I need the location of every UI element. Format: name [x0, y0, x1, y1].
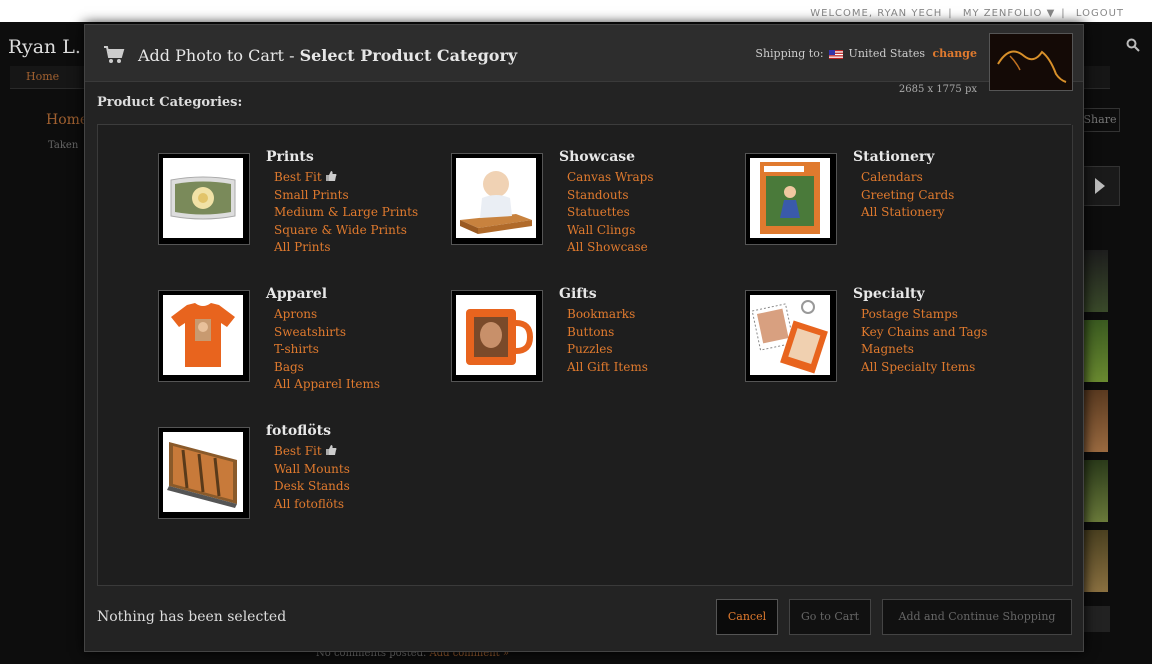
category-link[interactable]: All Prints [274, 239, 418, 257]
category-links: Calendars Greeting Cards All Stationery [861, 169, 954, 222]
category-link[interactable]: Medium & Large Prints [274, 204, 418, 222]
category-link[interactable]: Bags [274, 359, 380, 377]
next-arrow-button[interactable] [1082, 166, 1120, 206]
category-image-specialty[interactable] [745, 290, 837, 382]
category-title[interactable]: fotoflöts [266, 423, 331, 439]
category-link[interactable]: All Gift Items [567, 359, 648, 377]
bg-thumbnail[interactable] [1082, 390, 1108, 452]
gifts-thumbnail [456, 295, 536, 375]
bg-thumbnail[interactable] [1082, 530, 1108, 592]
category-links: Postage Stamps Key Chains and Tags Magne… [861, 306, 987, 376]
category-link[interactable]: Small Prints [274, 187, 418, 205]
category-image-fotoflots[interactable] [158, 427, 250, 519]
category-title[interactable]: Specialty [853, 286, 925, 302]
change-country-link[interactable]: change [932, 47, 977, 60]
apparel-thumbnail [163, 295, 243, 375]
category-image-prints[interactable] [158, 153, 250, 245]
category-image-showcase[interactable] [451, 153, 543, 245]
category-link[interactable]: Buttons [567, 324, 648, 342]
category-image-gifts[interactable] [451, 290, 543, 382]
category-link[interactable]: Postage Stamps [861, 306, 987, 324]
us-flag-icon [829, 49, 844, 59]
category-link[interactable]: Canvas Wraps [567, 169, 654, 187]
category-links: Best Fit Wall Mounts Desk Stands All fot… [274, 443, 350, 513]
thumbs-up-icon [325, 171, 337, 181]
my-zenfolio-menu[interactable]: MY ZENFOLIO ▼ [963, 8, 1055, 19]
bg-thumbnail-strip [1082, 250, 1108, 600]
category-title[interactable]: Gifts [559, 286, 597, 302]
category-link[interactable]: Standouts [567, 187, 654, 205]
best-fit-link[interactable]: Best Fit [274, 443, 350, 461]
prints-thumbnail [163, 158, 243, 238]
category-link[interactable]: All Showcase [567, 239, 654, 257]
nav-home-link[interactable]: Home [26, 70, 59, 83]
share-button[interactable]: Share [1080, 108, 1120, 132]
bg-thumbnail[interactable] [1082, 250, 1108, 312]
category-link[interactable]: All Specialty Items [861, 359, 987, 377]
search-icon[interactable] [1126, 38, 1140, 52]
logout-link[interactable]: LOGOUT [1076, 8, 1124, 19]
taken-label: Taken [48, 140, 79, 151]
category-image-apparel[interactable] [158, 290, 250, 382]
category-link[interactable]: All fotoflöts [274, 496, 350, 514]
shipping-label: Shipping to: [755, 47, 824, 60]
shipping-destination: Shipping to: United States change [755, 47, 977, 60]
category-links: Aprons Sweatshirts T-shirts Bags All App… [274, 306, 380, 394]
dialog-title-main: Select Product Category [299, 46, 518, 65]
category-link[interactable]: Key Chains and Tags [861, 324, 987, 342]
site-title[interactable]: Ryan L. [8, 36, 81, 58]
breadcrumb-home[interactable]: Home [46, 112, 88, 128]
category-title[interactable]: Apparel [266, 286, 327, 302]
dialog-title: Add Photo to Cart - Select Product Categ… [138, 46, 517, 65]
category-title[interactable]: Stationery [853, 149, 934, 165]
shipping-country: United States [848, 47, 925, 60]
category-links: Bookmarks Buttons Puzzles All Gift Items [567, 306, 648, 376]
category-link[interactable]: Aprons [274, 306, 380, 324]
category-link[interactable]: Square & Wide Prints [274, 222, 418, 240]
specialty-thumbnail [750, 295, 830, 375]
category-title[interactable]: Prints [266, 149, 314, 165]
category-link[interactable]: All Stationery [861, 204, 954, 222]
category-link[interactable]: T-shirts [274, 341, 380, 359]
selection-status: Nothing has been selected [97, 609, 287, 625]
category-link[interactable]: Bookmarks [567, 306, 648, 324]
shopping-cart-icon [104, 46, 125, 63]
bg-thumbnail[interactable] [1082, 320, 1108, 382]
category-link[interactable]: Puzzles [567, 341, 648, 359]
photo-preview-thumbnail [989, 33, 1073, 91]
best-fit-link[interactable]: Best Fit [274, 169, 418, 187]
category-link[interactable]: Wall Mounts [274, 461, 350, 479]
stationery-thumbnail [750, 158, 830, 238]
dialog-title-prefix: Add Photo to Cart - [138, 46, 300, 65]
category-link[interactable]: Desk Stands [274, 478, 350, 496]
categories-heading: Product Categories: [97, 95, 243, 110]
category-link[interactable]: Magnets [861, 341, 987, 359]
photo-dimensions: 2685 x 1775 px [898, 84, 977, 95]
cancel-button[interactable]: Cancel [716, 599, 778, 635]
go-to-cart-button[interactable]: Go to Cart [789, 599, 871, 635]
category-image-stationery[interactable] [745, 153, 837, 245]
categories-panel: Prints Best Fit Small Prints Medium & La… [97, 125, 1073, 586]
thumbs-up-icon [325, 445, 337, 455]
bg-panel-bar [1082, 606, 1110, 632]
category-link[interactable]: Statuettes [567, 204, 654, 222]
category-link[interactable]: Sweatshirts [274, 324, 380, 342]
fotoflots-thumbnail [163, 432, 243, 512]
category-links: Canvas Wraps Standouts Statuettes Wall C… [567, 169, 654, 257]
category-title[interactable]: Showcase [559, 149, 635, 165]
welcome-text: WELCOME, RYAN YECH [810, 8, 943, 19]
category-link[interactable]: Wall Clings [567, 222, 654, 240]
category-link[interactable]: Calendars [861, 169, 954, 187]
category-links: Best Fit Small Prints Medium & Large Pri… [274, 169, 418, 257]
showcase-thumbnail [456, 158, 536, 238]
category-link[interactable]: Greeting Cards [861, 187, 954, 205]
dialog-header: Add Photo to Cart - Select Product Categ… [85, 25, 1083, 91]
bg-thumbnail[interactable] [1082, 460, 1108, 522]
account-nav: WELCOME, RYAN YECH | MY ZENFOLIO ▼ | LOGOU… [810, 8, 1124, 19]
category-link[interactable]: All Apparel Items [274, 376, 380, 394]
divider [97, 585, 1071, 586]
add-to-cart-dialog: Add Photo to Cart - Select Product Categ… [84, 24, 1084, 652]
add-and-continue-button[interactable]: Add and Continue Shopping [882, 599, 1072, 635]
